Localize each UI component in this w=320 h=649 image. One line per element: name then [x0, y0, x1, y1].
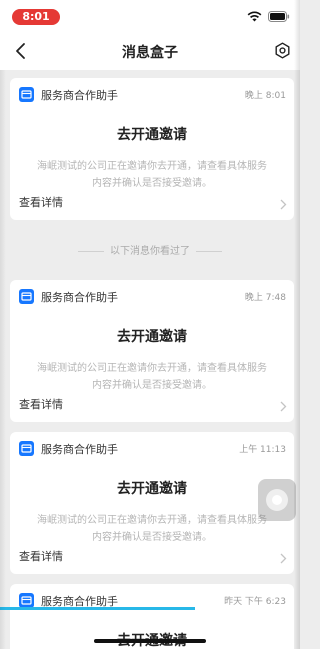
app-name: 服务商合作助手 [41, 89, 118, 102]
settings-icon[interactable] [274, 42, 291, 59]
message-title: 去开通邀请 [117, 127, 187, 143]
view-details-button[interactable]: 查看详情 [10, 382, 294, 422]
page-title: 消息盒子 [122, 45, 178, 61]
loading-progress-bar [0, 607, 300, 610]
message-time: 上午 11:13 [239, 445, 286, 455]
status-bar: 8:01 [0, 0, 300, 32]
message-time: 晚上 8:01 [244, 91, 286, 101]
view-details-button[interactable]: 查看详情 [10, 180, 294, 220]
app-icon [19, 87, 34, 102]
right-edge-shadow [294, 0, 300, 649]
read-divider: 以下消息你看过了 [0, 242, 300, 257]
floating-button-dot [272, 495, 282, 505]
battery-icon [268, 10, 290, 22]
chevron-right-icon [280, 397, 287, 416]
app-icon [19, 289, 34, 304]
view-details-label: 查看详情 [19, 196, 63, 209]
message-card: 服务商合作助手 上午 11:13 去开通邀请 海岷测试的公司正在邀请你去开通，请… [10, 432, 294, 574]
message-title: 去开通邀请 [117, 481, 187, 497]
message-list: 服务商合作助手 晚上 8:01 去开通邀请 海岷测试的公司正在邀请你去开通，请查… [0, 70, 300, 649]
card-header: 服务商合作助手 上午 11:13 [10, 432, 294, 462]
card-header: 服务商合作助手 晚上 8:01 [10, 78, 294, 108]
app-icon [19, 593, 34, 608]
loading-progress-fill [0, 607, 195, 610]
app-icon [19, 441, 34, 456]
app-name: 服务商合作助手 [41, 443, 118, 456]
app-name: 服务商合作助手 [41, 291, 118, 304]
status-time: 8:01 [12, 9, 60, 25]
message-time: 昨天 下午 6:23 [224, 597, 286, 607]
divider-label: 以下消息你看过了 [110, 246, 190, 257]
divider-line [196, 250, 222, 252]
message-time: 晚上 7:48 [244, 293, 286, 303]
wifi-icon [247, 10, 262, 22]
chevron-right-icon [280, 195, 287, 214]
nav-bar: 消息盒子 [0, 32, 300, 70]
home-indicator[interactable] [94, 639, 206, 643]
message-card: 服务商合作助手 晚上 8:01 去开通邀请 海岷测试的公司正在邀请你去开通，请查… [10, 78, 294, 220]
floating-button-ring [266, 489, 288, 511]
card-header: 服务商合作助手 晚上 7:48 [10, 280, 294, 310]
floating-assistant-button[interactable] [258, 479, 296, 521]
message-title: 去开通邀请 [117, 329, 187, 345]
chevron-right-icon [280, 549, 287, 568]
status-icons [247, 10, 290, 22]
view-details-label: 查看详情 [19, 550, 63, 563]
left-edge-shadow [0, 70, 6, 649]
message-card: 服务商合作助手 晚上 7:48 去开通邀请 海岷测试的公司正在邀请你去开通，请查… [10, 280, 294, 422]
view-details-label: 查看详情 [19, 398, 63, 411]
view-details-button[interactable]: 查看详情 [10, 534, 294, 574]
divider-line [78, 250, 104, 252]
